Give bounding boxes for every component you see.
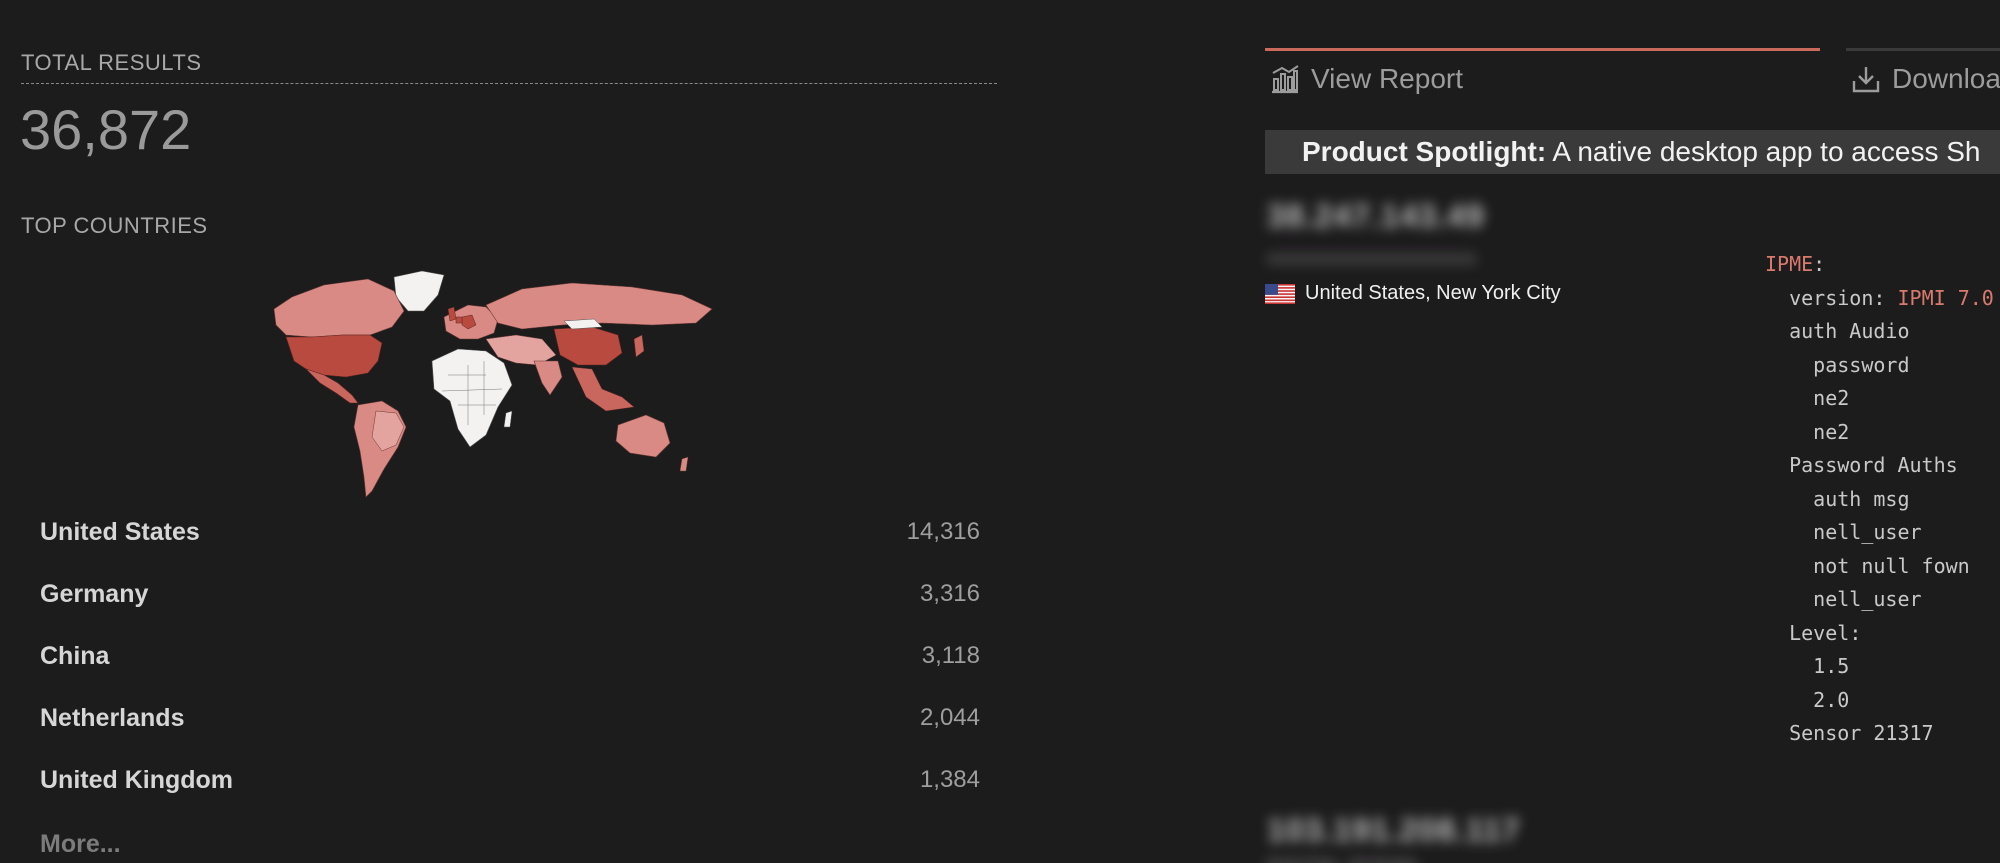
banner-line: Level: (1789, 620, 1862, 645)
map-region-canada (273, 278, 405, 338)
country-name[interactable]: Germany (40, 580, 148, 609)
banner-key: 2.0 (1813, 687, 1850, 712)
map-region-new-zealand (679, 456, 689, 472)
banner-value: IPMI 7.0 (1897, 285, 1994, 310)
country-count: 1,384 (919, 766, 980, 793)
total-results-value: 36,872 (20, 98, 192, 161)
product-spotlight-banner[interactable]: Product Spotlight: A native desktop app … (1265, 130, 2000, 174)
country-row[interactable]: United Kingdom 1,384 (40, 758, 980, 798)
banner-line: auth Audio (1765, 315, 1994, 349)
next-result-ip-address[interactable]: 103.191.208.117 (1267, 812, 1520, 849)
banner-key: Sensor 21317 (1789, 721, 1934, 745)
top-countries-label: TOP COUNTRIES (21, 213, 208, 238)
banner-line: ne2 (1765, 416, 1994, 450)
map-region-australia (615, 414, 671, 458)
banner-line: IPME: (1765, 252, 1826, 276)
map-region-russia (485, 282, 713, 330)
banner-line: nell_user (1765, 583, 1994, 617)
map-region-se-asia (571, 366, 635, 412)
banner-key: auth msg (1813, 486, 1910, 511)
banner-key: not null fown (1813, 553, 1970, 578)
map-region-greenland (393, 270, 445, 312)
country-count: 3,118 (921, 642, 980, 669)
banner-key: IPME (1765, 252, 1814, 276)
banner-key: version (1789, 285, 1874, 310)
spotlight-text: A native desktop app to access Sh (1552, 136, 1981, 167)
country-row[interactable]: China 3,118 (40, 634, 980, 674)
banner-key: Level (1789, 620, 1850, 645)
banner-line: nell_user (1765, 516, 1994, 550)
map-region-africa (431, 348, 513, 448)
banner-key: password (1813, 352, 1910, 377)
banner-line: Sensor 21317 (1765, 717, 1994, 751)
tab-view-report-label: View Report (1311, 63, 1464, 94)
banner-line: 1.5 (1765, 650, 1994, 684)
tab-download-label: Downloa (1892, 63, 2000, 94)
country-count: 2,044 (919, 704, 980, 731)
next-result-hostname: DIGITAL OCEAN (1267, 855, 1417, 863)
banner-line: version: IPMI 7.0 (1789, 285, 1994, 310)
tab-download[interactable]: Downloa (1846, 48, 2000, 103)
us-flag-icon (1265, 283, 1295, 304)
country-name[interactable]: China (40, 642, 109, 671)
map-region-china (553, 326, 623, 366)
banner-key: nell_user (1813, 520, 1922, 544)
banner-line: 2.0 (1765, 684, 1994, 718)
map-region-japan (633, 334, 645, 358)
country-name[interactable]: United States (40, 518, 200, 547)
banner-key: Password Auths (1789, 453, 1958, 477)
bar-chart-icon (1272, 65, 1299, 94)
banner-line: Password Auths (1765, 449, 1994, 483)
spotlight-label: Product Spotlight: (1302, 136, 1547, 167)
country-count: 14,316 (906, 518, 980, 545)
map-region-united-states (285, 334, 383, 378)
banner-key: 1.5 (1813, 654, 1850, 678)
map-region-madagascar (503, 410, 513, 428)
country-row[interactable]: United States 14,316 (40, 510, 980, 550)
results-panel: View Report Downloa Product Spotlight: A… (1240, 0, 2000, 863)
country-name[interactable]: United Kingdom (40, 766, 233, 795)
result-ip-address[interactable]: 38.247.143.49 (1267, 198, 1485, 235)
tab-view-report[interactable]: View Report (1265, 48, 1820, 103)
map-region-india (533, 360, 563, 396)
banner-key: nell_user (1813, 587, 1922, 611)
banner-key: ne2 (1813, 419, 1850, 444)
banner-key: auth Audio (1789, 319, 1910, 343)
total-results-label: TOTAL RESULTS (21, 50, 202, 75)
result-location-text: United States, New York City (1305, 282, 1561, 304)
banner-line: auth msg (1765, 483, 1994, 517)
result-location: United States, New York City (1265, 282, 1561, 305)
download-icon (1852, 67, 1880, 93)
country-row[interactable]: Germany 3,316 (40, 572, 980, 612)
summary-panel: TOTAL RESULTS 36,872 TOP COUNTRIES Unite… (0, 0, 1000, 863)
page: TOTAL RESULTS 36,872 TOP COUNTRIES Unite… (0, 0, 2000, 863)
banner-line: not null fown (1765, 550, 1994, 584)
world-map[interactable] (272, 265, 742, 503)
country-count: 3,316 (919, 580, 980, 607)
service-banner: IPME: version: IPMI 7.0 auth Audio passw… (1765, 248, 1994, 751)
map-region-netherlands (455, 316, 463, 324)
result-hostname: xxxxxxxxxxxxxxxxxxxxx (1267, 248, 1477, 268)
banner-line: password (1765, 349, 1994, 383)
country-name[interactable]: Netherlands (40, 704, 184, 733)
more-countries-link[interactable]: More... (40, 830, 121, 859)
divider (21, 83, 997, 84)
country-row[interactable]: Netherlands 2,044 (40, 696, 980, 736)
banner-key: ne2 (1813, 386, 1850, 410)
banner-line: ne2 (1765, 382, 1994, 416)
